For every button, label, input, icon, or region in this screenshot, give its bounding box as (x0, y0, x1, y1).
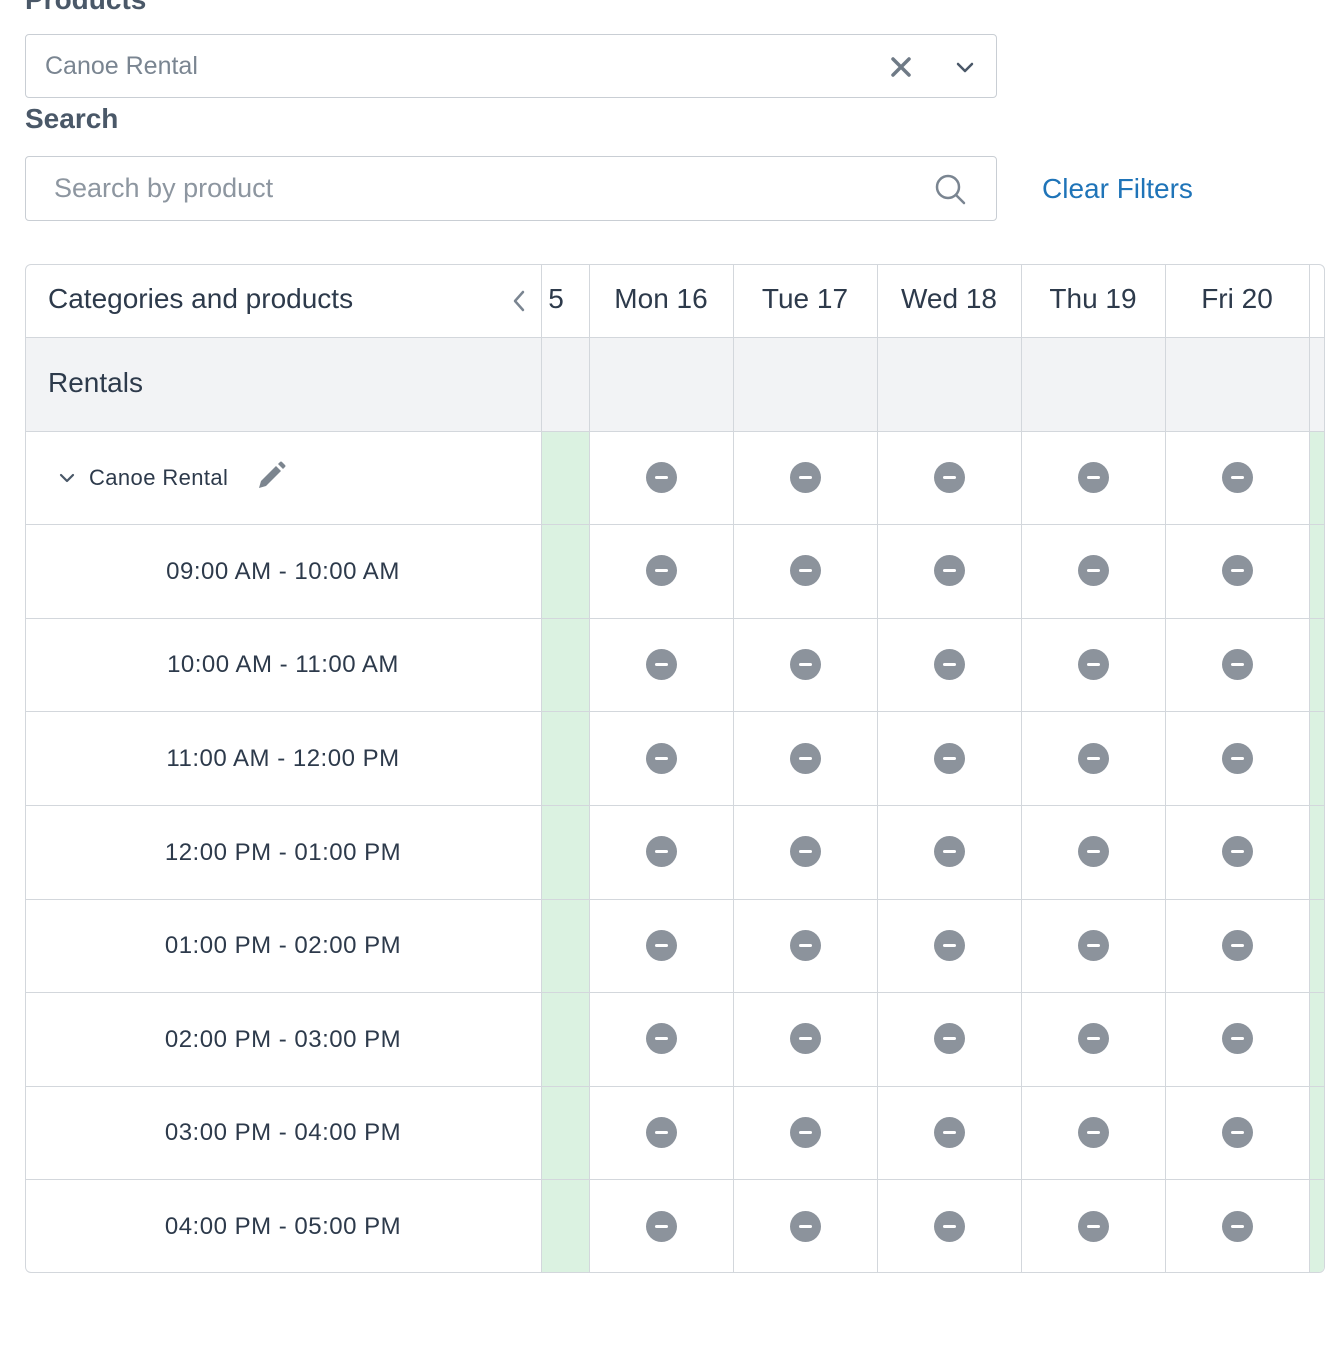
minus-circle-icon[interactable] (645, 1210, 677, 1242)
minus-circle-icon[interactable] (645, 929, 677, 961)
search-field[interactable] (25, 156, 997, 221)
chevron-left-icon[interactable] (508, 287, 530, 315)
product-label: Canoe Rental (89, 465, 229, 490)
products-select-value: Canoe Rental (45, 52, 198, 80)
products-label: Products (25, 0, 146, 16)
minus-circle-icon[interactable] (789, 1116, 821, 1148)
grid-row-line (26, 1086, 1324, 1087)
grid-column-line (733, 265, 734, 1272)
minus-circle-icon[interactable] (789, 929, 821, 961)
grid-row-line (26, 337, 1324, 338)
minus-circle-icon[interactable] (789, 461, 821, 493)
category-label: Rentals (48, 367, 143, 398)
minus-circle-icon[interactable] (933, 835, 965, 867)
minus-circle-icon[interactable] (933, 1116, 965, 1148)
minus-circle-icon[interactable] (1077, 554, 1109, 586)
minus-circle-icon[interactable] (789, 835, 821, 867)
available-column (541, 431, 589, 1272)
minus-circle-icon[interactable] (933, 1022, 965, 1054)
minus-circle-icon[interactable] (789, 1210, 821, 1242)
grid-column-line (1309, 265, 1310, 1272)
chevron-down-icon[interactable] (57, 469, 77, 487)
minus-circle-icon[interactable] (933, 461, 965, 493)
minus-circle-icon[interactable] (645, 742, 677, 774)
time-slot-label: 03:00 PM - 04:00 PM (164, 1119, 402, 1146)
minus-circle-icon[interactable] (1221, 742, 1253, 774)
minus-circle-icon[interactable] (789, 1022, 821, 1054)
grid-column-line (589, 265, 590, 1272)
grid-column-line (541, 265, 542, 1272)
minus-circle-icon[interactable] (1077, 1210, 1109, 1242)
day-header-tue: Tue 17 (761, 283, 849, 314)
day-header-fri: Fri 20 (1201, 283, 1273, 314)
grid-row-line (26, 899, 1324, 900)
grid-row-line (26, 524, 1324, 525)
time-slot-label: 04:00 PM - 05:00 PM (164, 1213, 402, 1240)
grid-row-line (26, 711, 1324, 712)
minus-circle-icon[interactable] (1077, 461, 1109, 493)
minus-circle-icon[interactable] (645, 648, 677, 680)
search-input[interactable] (26, 157, 906, 220)
available-column-edge (1310, 431, 1324, 1272)
grid-row-line (26, 618, 1324, 619)
minus-circle-icon[interactable] (789, 554, 821, 586)
availability-grid: Categories and products 5 Mon 16 Tue 17 … (25, 264, 1325, 1273)
minus-circle-icon[interactable] (645, 1116, 677, 1148)
minus-circle-icon[interactable] (1077, 929, 1109, 961)
minus-circle-icon[interactable] (1077, 835, 1109, 867)
grid-row-line (26, 431, 1324, 432)
day-header-thu: Thu 19 (1049, 283, 1137, 314)
minus-circle-icon[interactable] (933, 929, 965, 961)
minus-circle-icon[interactable] (933, 554, 965, 586)
minus-circle-icon[interactable] (1221, 835, 1253, 867)
minus-circle-icon[interactable] (1221, 929, 1253, 961)
minus-circle-icon[interactable] (933, 648, 965, 680)
time-slot-label: 02:00 PM - 03:00 PM (164, 1026, 402, 1053)
grid-row-line (26, 805, 1324, 806)
grid-column-line (877, 265, 878, 1272)
minus-circle-icon[interactable] (1077, 1116, 1109, 1148)
time-slot-label: 10:00 AM - 11:00 AM (167, 651, 399, 678)
minus-circle-icon[interactable] (1221, 554, 1253, 586)
minus-circle-icon[interactable] (1221, 1022, 1253, 1054)
time-slot-label: 09:00 AM - 10:00 AM (166, 558, 400, 585)
minus-circle-icon[interactable] (645, 1022, 677, 1054)
time-slot-label: 01:00 PM - 02:00 PM (164, 932, 402, 959)
grid-column-line (1021, 265, 1022, 1272)
minus-circle-icon[interactable] (645, 461, 677, 493)
chevron-down-icon[interactable] (953, 53, 977, 81)
minus-circle-icon[interactable] (789, 648, 821, 680)
search-label: Search (25, 103, 119, 134)
minus-circle-icon[interactable] (645, 835, 677, 867)
pencil-icon[interactable] (255, 460, 287, 492)
time-slot-label: 12:00 PM - 01:00 PM (164, 839, 402, 866)
day-header-partial: 5 (548, 283, 564, 314)
grid-row-line (26, 1179, 1324, 1180)
minus-circle-icon[interactable] (1077, 648, 1109, 680)
grid-row-line (26, 992, 1324, 993)
products-select[interactable]: Canoe Rental (25, 34, 997, 98)
minus-circle-icon[interactable] (933, 742, 965, 774)
minus-circle-icon[interactable] (1221, 1116, 1253, 1148)
minus-circle-icon[interactable] (789, 742, 821, 774)
day-header-mon: Mon 16 (614, 283, 708, 314)
grid-column-line (1165, 265, 1166, 1272)
minus-circle-icon[interactable] (645, 554, 677, 586)
minus-circle-icon[interactable] (1221, 461, 1253, 493)
minus-circle-icon[interactable] (1221, 648, 1253, 680)
header-title: Categories and products (48, 283, 354, 314)
time-slot-label: 11:00 AM - 12:00 PM (166, 745, 400, 772)
search-icon[interactable] (932, 171, 968, 207)
minus-circle-icon[interactable] (933, 1210, 965, 1242)
rentals-band (26, 337, 1324, 431)
clear-filters-link[interactable]: Clear Filters (1042, 173, 1193, 205)
minus-circle-icon[interactable] (1077, 1022, 1109, 1054)
minus-circle-icon[interactable] (1221, 1210, 1253, 1242)
day-header-wed: Wed 18 (901, 283, 997, 314)
minus-circle-icon[interactable] (1077, 742, 1109, 774)
close-icon[interactable] (888, 49, 914, 83)
